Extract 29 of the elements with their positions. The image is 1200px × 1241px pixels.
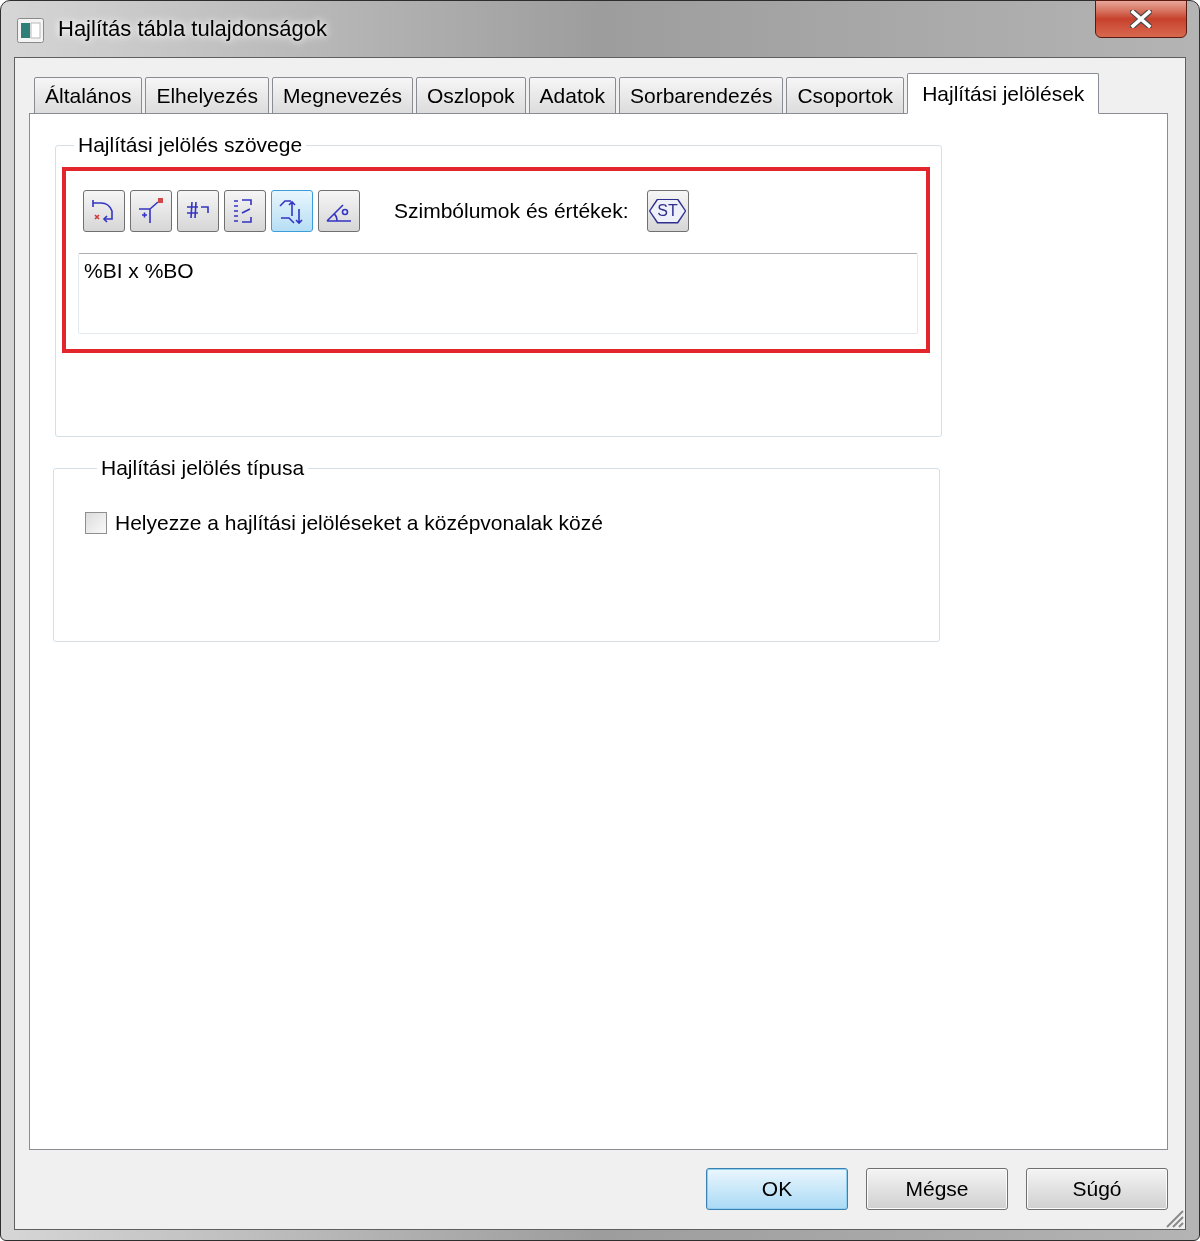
tab[interactable]: Elhelyezés <box>145 77 269 114</box>
tool-button[interactable] <box>318 190 360 232</box>
group-title: Hajlítási jelölés szövege <box>77 133 304 157</box>
tool-button[interactable] <box>224 190 266 232</box>
checkbox-label[interactable]: Helyezze a hajlítási jelöléseket a középvonalak közé <box>115 507 603 539</box>
tab[interactable]: Megnevezés <box>271 77 414 114</box>
close-button[interactable] <box>1095 0 1187 38</box>
tab[interactable]: Hajlítási jelölések <box>907 73 1100 114</box>
close-icon <box>1130 10 1152 28</box>
symbols-label: Szimbólumok és értékek: <box>394 198 629 225</box>
dialog-button[interactable]: OK <box>706 1168 848 1210</box>
tool-button[interactable] <box>83 190 125 232</box>
tool-button[interactable] <box>177 190 219 232</box>
group-title: Hajlítási jelölés típusa <box>100 456 306 480</box>
tab[interactable]: Sorbarendezés <box>618 77 784 114</box>
window-title: Hajlítás tábla tulajdonságok <box>58 15 328 43</box>
dialog-button[interactable]: Mégse <box>866 1168 1008 1210</box>
app-window-icon <box>17 18 44 43</box>
tab[interactable]: Csoportok <box>786 77 905 114</box>
tab[interactable]: Adatok <box>528 77 616 114</box>
dialog-button[interactable]: Súgó <box>1026 1168 1168 1210</box>
tool-button[interactable] <box>271 190 313 232</box>
tool-button[interactable] <box>130 190 172 232</box>
checkbox[interactable] <box>85 511 107 534</box>
branch-line-icon <box>136 196 166 226</box>
symbols-button[interactable]: ST <box>646 190 689 232</box>
tab[interactable]: Oszlopok <box>416 77 526 114</box>
marking-text-field[interactable]: %BI x %BO <box>78 253 918 334</box>
tab[interactable]: Általános <box>34 77 143 114</box>
